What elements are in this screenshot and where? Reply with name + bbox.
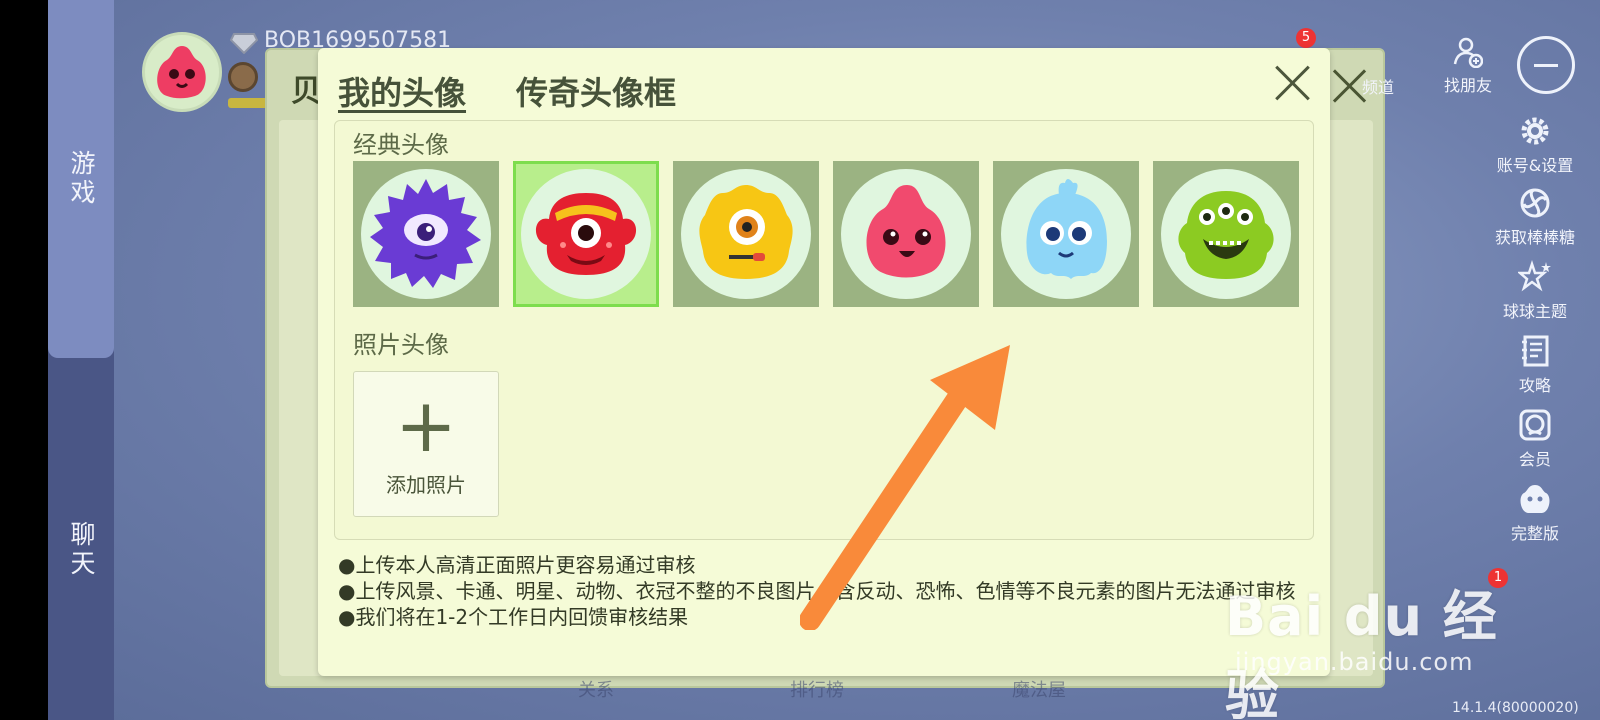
bottom-tab-relations[interactable]: 关系 [578, 676, 614, 702]
pink-blob-monster-icon [866, 185, 946, 278]
account-settings-label: 账号&设置 [1496, 156, 1574, 175]
bottom-tab-magic-house[interactable]: 魔法屋 [1012, 676, 1066, 702]
gear-icon [1521, 117, 1549, 145]
guide-button[interactable]: 攻略 [1470, 334, 1600, 396]
classic-avatar-title: 经典头像 [353, 131, 449, 159]
watermark-url-text: jingyan.baidu.com [1235, 648, 1474, 676]
green-three-eyed-monster-icon [1178, 191, 1274, 279]
full-version-label: 完整版 [1510, 524, 1559, 543]
avatar-option-pink[interactable] [833, 161, 979, 307]
account-settings-button[interactable]: 账号&设置 [1470, 114, 1600, 176]
notification-badge: 5 [1296, 28, 1316, 48]
baidu-watermark-logo: Bai du 经验 jingyan.baidu.com [1225, 548, 1525, 720]
blue-ghost-monster-icon [1026, 179, 1107, 279]
nav-tab-game[interactable]: 游戏 [48, 0, 114, 358]
rank-medal-icon [228, 62, 258, 92]
close-icon[interactable] [1274, 64, 1312, 102]
member-label: 会员 [1518, 450, 1551, 469]
avatar-option-yellow[interactable] [673, 161, 819, 307]
full-version-button[interactable]: 完整版 [1470, 482, 1600, 544]
avatar-modal: 我的头像 传奇头像框 经典头像 照片头像 + 添加照片 ●上传本人高清正面照片更… [318, 48, 1330, 676]
full-version-icon [1520, 485, 1550, 513]
purple-spiky-monster-icon [370, 179, 481, 288]
watermark-main-text: Bai du 经验 [1225, 585, 1498, 720]
get-lollipop-label: 获取棒棒糖 [1494, 228, 1575, 247]
guide-label: 攻略 [1518, 376, 1551, 395]
diamond-icon [230, 33, 258, 54]
add-photo-label: 添加照片 [386, 472, 466, 497]
avatar-option-red[interactable] [513, 161, 659, 307]
nav-tab-chat[interactable]: 聊天 [48, 470, 114, 630]
lollipop-icon [1520, 188, 1550, 218]
get-lollipop-button[interactable]: 获取棒棒糖 [1470, 186, 1600, 248]
photo-avatar-title: 照片头像 [353, 331, 449, 359]
ball-theme-label: 球球主题 [1502, 302, 1567, 321]
tab-my-avatar[interactable]: 我的头像 [338, 68, 466, 114]
add-photo-button[interactable]: + 添加照片 [353, 371, 499, 517]
avatar-option-blue[interactable] [993, 161, 1139, 307]
guide-book-icon [1522, 335, 1549, 367]
tab-legend-frame[interactable]: 传奇头像框 [516, 68, 676, 114]
channel-label[interactable]: 频道 [1362, 74, 1394, 98]
member-icon [1519, 409, 1551, 441]
note-line: ●上传本人高清正面照片更容易通过审核 [338, 553, 696, 577]
screen-edge [0, 0, 48, 720]
level-bar [228, 98, 268, 108]
avatar-option-green[interactable] [1153, 161, 1299, 307]
note-line: ●我们将在1-2个工作日内回馈审核结果 [338, 605, 689, 629]
classic-avatar-grid [353, 161, 1299, 307]
left-nav: 游戏 聊天 [48, 0, 114, 720]
upload-notes: ●上传本人高清正面照片更容易通过审核 ●上传风景、卡通、明星、动物、衣冠不整的不… [338, 552, 1310, 630]
plus-icon: + [394, 382, 457, 469]
note-line: ●上传风景、卡通、明星、动物、衣冠不整的不良图片、含反动、恐怖、色情等不良元素的… [338, 579, 1296, 603]
red-cyclops-monster-icon [535, 193, 637, 275]
profile-avatar[interactable] [142, 32, 222, 112]
avatar-section: 经典头像 照片头像 + 添加照片 [334, 120, 1314, 540]
yellow-fuzzy-monster-icon [699, 185, 793, 279]
member-button[interactable]: 会员 [1470, 408, 1600, 470]
bottom-tab-leaderboard[interactable]: 排行榜 [790, 676, 844, 702]
ball-theme-button[interactable]: 球球主题 [1470, 260, 1600, 322]
theme-stars-icon [1518, 260, 1551, 292]
pink-blob-avatar-icon [157, 46, 206, 99]
avatar-option-purple[interactable] [353, 161, 499, 307]
background-panel-title: 贝 [291, 74, 321, 109]
